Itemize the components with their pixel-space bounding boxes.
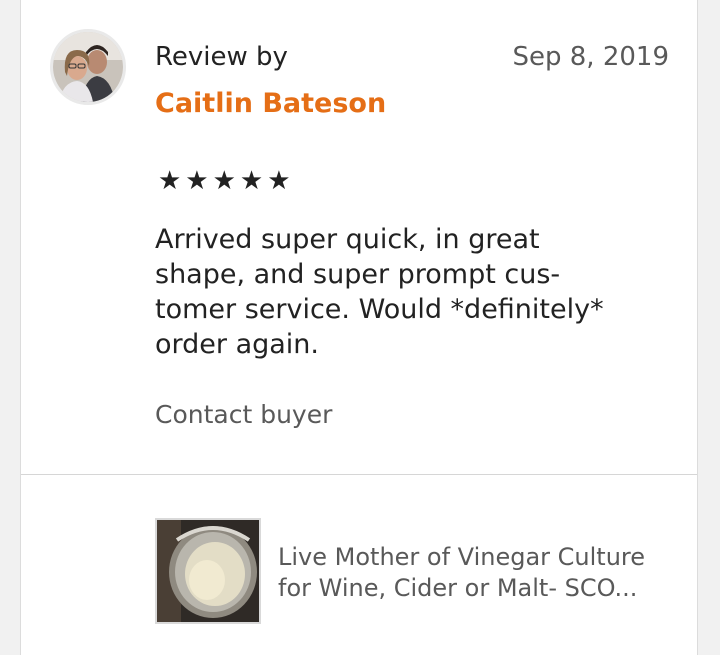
product-image <box>157 520 259 622</box>
review-by-label: Review by <box>155 42 288 72</box>
product-title[interactable]: Live Mother of Vinegar Culture for Wine,… <box>278 542 678 604</box>
review-text-line: order again. <box>155 329 320 360</box>
review-date: Sep 8, 2019 <box>512 42 669 72</box>
review-text: Arrived super quick, in great shape, and… <box>155 222 655 362</box>
review-text-line: shape, and super prompt cus- <box>155 259 561 290</box>
contact-buyer-link[interactable]: Contact buyer <box>155 400 332 429</box>
review-text-line: tomer service. Would *definitely* <box>155 294 604 325</box>
star-rating: ★★★★★ <box>158 166 295 196</box>
avatar-photo <box>53 32 123 102</box>
review-text-line: Arrived super quick, in great <box>155 224 540 255</box>
product-title-line: for Wine, Cider or Malt- SCO... <box>278 574 638 602</box>
product-thumbnail[interactable] <box>155 518 261 624</box>
review-card: Review by Sep 8, 2019 Caitlin Bateson ★★… <box>20 0 698 655</box>
section-divider <box>21 474 697 475</box>
reviewer-name[interactable]: Caitlin Bateson <box>155 88 386 119</box>
product-link[interactable]: Live Mother of Vinegar Culture for Wine,… <box>155 518 675 626</box>
product-title-line: Live Mother of Vinegar Culture <box>278 543 646 571</box>
avatar[interactable] <box>50 29 126 105</box>
